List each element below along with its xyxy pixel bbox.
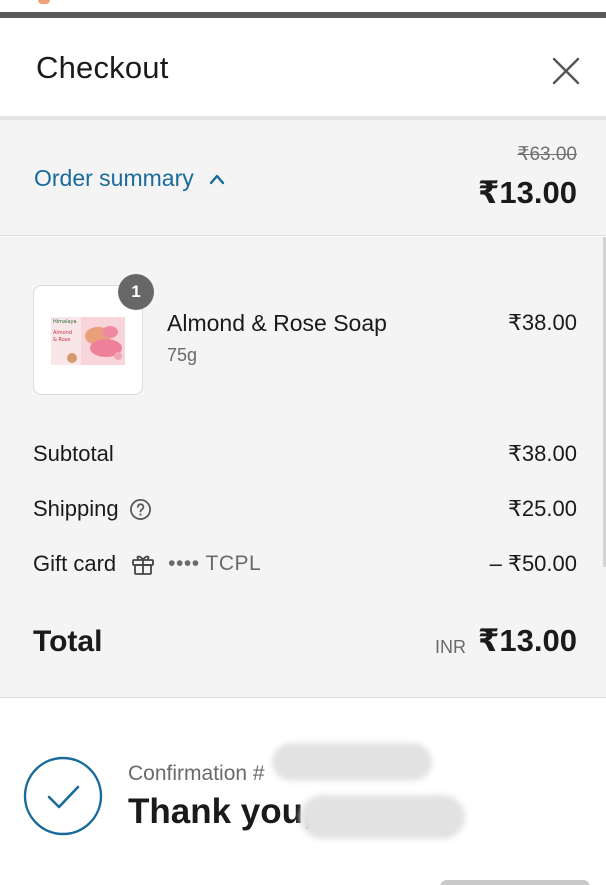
gift-icon (132, 555, 155, 575)
total-currency: INR (435, 637, 466, 657)
close-icon[interactable] (548, 53, 584, 89)
redaction-smudge (272, 743, 432, 781)
subtotal-label: Subtotal (33, 441, 114, 466)
original-total-price: ₹63.00 (517, 144, 577, 165)
confirmation-section: Confirmation # Thank you, (0, 699, 606, 885)
help-circle-icon[interactable] (129, 498, 152, 521)
checkmark-circle-icon (23, 756, 103, 836)
subtotal-row: Subtotal ₹38.00 (33, 439, 577, 469)
page-title: Checkout (36, 50, 169, 85)
thank-you-heading: Thank you, (128, 792, 313, 831)
top-accent-dot (38, 0, 50, 4)
total-value: ₹13.00 (477, 623, 577, 658)
total-row: Total INR ₹13.00 (33, 623, 577, 667)
product-price: ₹38.00 (507, 310, 577, 335)
product-name: Almond & Rose Soap (167, 310, 387, 336)
order-summary-label: Order summary (34, 165, 194, 191)
thumb-line-1: Almond (53, 330, 72, 336)
shipping-label: Shipping (33, 496, 119, 521)
order-summary-toggle[interactable]: Order summary (34, 165, 226, 192)
redaction-smudge (300, 795, 465, 839)
product-thumbnail: Himalaya Almond & Rose 1 (33, 274, 154, 395)
checkout-header: Checkout (0, 20, 606, 118)
product-variant: 75g (167, 345, 198, 365)
confirmation-number: Confirmation # (128, 762, 265, 785)
gift-card-code: •••• TCPL (168, 552, 262, 575)
chevron-up-icon (209, 174, 224, 184)
gift-card-label: Gift card (33, 551, 117, 576)
subtotal-value: ₹38.00 (507, 441, 577, 466)
line-item: Himalaya Almond & Rose 1 Almond & Rose S… (33, 274, 577, 395)
shipping-value: ₹25.00 (507, 496, 577, 521)
top-separator-bar (0, 12, 606, 18)
order-summary-body: Himalaya Almond & Rose 1 Almond & Rose S… (0, 237, 606, 698)
shipping-row: Shipping ₹25.00 (33, 494, 577, 524)
summary-total-price: ₹13.00 (477, 175, 577, 210)
gift-card-row: Gift card •••• TCPL – ₹50.00 (33, 549, 577, 579)
thumb-line-2: & Rose (53, 337, 70, 343)
thumb-brand-text: Himalaya (53, 319, 77, 325)
quantity-badge: 1 (118, 274, 154, 310)
soap-box-image: Himalaya Almond & Rose (48, 314, 128, 368)
bottom-handle (440, 880, 590, 885)
total-label: Total (33, 625, 103, 658)
top-strip (0, 0, 606, 20)
order-summary-header: Order summary ₹63.00 ₹13.00 (0, 120, 606, 236)
gift-card-value: – ₹50.00 (489, 551, 577, 576)
